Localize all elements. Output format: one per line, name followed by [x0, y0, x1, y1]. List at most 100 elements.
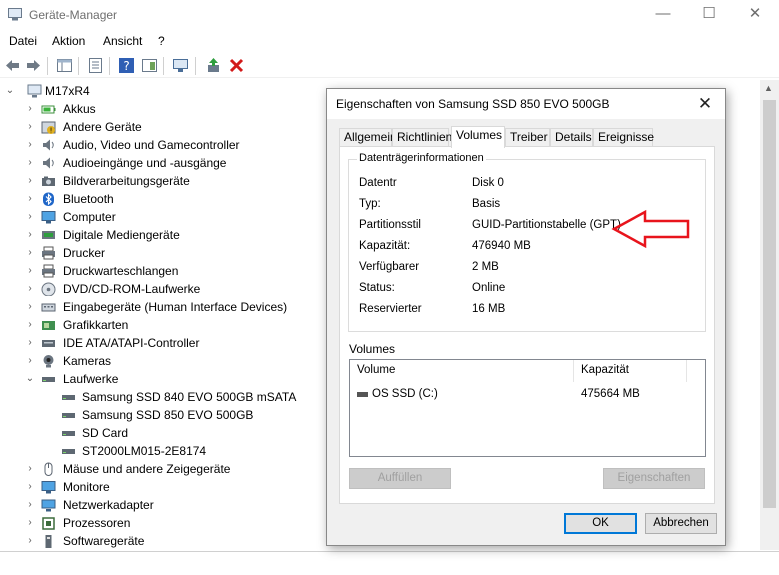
properties-dialog: Eigenschaften von Samsung SSD 850 EVO 50… — [326, 88, 726, 546]
back-arrow-icon[interactable] — [4, 57, 21, 74]
populate-button[interactable]: Auffüllen — [349, 468, 451, 489]
tree-category-label: Netzwerkadapter — [63, 498, 154, 512]
camera-icon — [42, 176, 55, 186]
status-bar — [0, 551, 779, 575]
tree-category-label: Mäuse und andere Zeigegeräte — [63, 462, 231, 476]
ok-button[interactable]: OK — [564, 513, 637, 534]
expand-chevron-icon[interactable]: › — [25, 280, 35, 298]
cancel-button[interactable]: Abbrechen — [645, 513, 717, 534]
expand-chevron-icon[interactable]: › — [25, 118, 35, 136]
expand-chevron-icon[interactable]: › — [25, 262, 35, 280]
tree-device-label: SD Card — [82, 426, 129, 440]
update-driver-icon[interactable] — [205, 57, 222, 74]
forward-arrow-icon[interactable] — [25, 57, 42, 74]
printer-icon — [42, 264, 55, 278]
scroll-up-icon[interactable]: ▲ — [764, 83, 773, 93]
tree-category-label: Audio, Video und Gamecontroller — [63, 138, 240, 152]
tree-category-label: Softwaregeräte — [63, 534, 145, 548]
tree-category-label: Andere Geräte — [63, 120, 142, 134]
volumes-label: Volumes — [349, 342, 396, 356]
menu-ansicht[interactable]: Ansicht — [103, 34, 142, 48]
tree-category-label: Bluetooth — [63, 192, 114, 206]
column-header-capacity[interactable]: Kapazität — [581, 364, 629, 376]
menu-help[interactable]: ? — [158, 34, 165, 48]
volume-name[interactable]: OS SSD (C:) — [372, 388, 438, 400]
volumes-list[interactable]: Volume Kapazität OS SSD (C:) 475664 MB — [349, 359, 706, 457]
expand-chevron-icon[interactable]: › — [25, 136, 35, 154]
expand-chevron-icon[interactable]: › — [25, 514, 35, 532]
tab-volumes[interactable]: Volumes — [451, 126, 505, 148]
media-device-icon — [42, 231, 55, 239]
show-hide-console-icon[interactable] — [56, 57, 73, 74]
tree-category-label: Akkus — [63, 102, 96, 116]
computer-icon — [27, 84, 42, 98]
expand-chevron-icon[interactable]: › — [25, 190, 35, 208]
collapse-chevron-icon[interactable]: ⌄ — [5, 82, 15, 100]
tree-category-label: DVD/CD-ROM-Laufwerke — [63, 282, 201, 296]
help-icon[interactable]: ? — [118, 57, 135, 74]
expand-chevron-icon[interactable]: › — [25, 460, 35, 478]
expand-chevron-icon[interactable]: › — [25, 496, 35, 514]
expand-chevron-icon[interactable]: › — [25, 532, 35, 550]
expand-chevron-icon[interactable]: › — [25, 244, 35, 262]
minimize-button[interactable]: — — [640, 0, 686, 30]
collapse-chevron-icon[interactable]: ⌄ — [25, 370, 35, 388]
tab-treiber[interactable]: Treiber — [505, 128, 550, 147]
tab-details[interactable]: Details — [550, 128, 593, 147]
monitor-icon — [41, 211, 56, 224]
expand-chevron-icon[interactable]: › — [25, 100, 35, 118]
dialog-close-button[interactable]: ✕ — [691, 91, 719, 117]
network-icon — [41, 499, 56, 512]
tree-category-label: IDE ATA/ATAPI-Controller — [63, 336, 200, 350]
annotation-arrow — [611, 209, 690, 249]
tab-richtlinien[interactable]: Richtlinien — [392, 128, 452, 147]
expand-chevron-icon[interactable]: › — [25, 316, 35, 334]
volumes-tab-page: Datenträgerinformationen Datentr Disk 0 … — [339, 146, 715, 504]
prop-value-capacity: 476940 MB — [472, 240, 531, 252]
tree-device-label: Samsung SSD 850 EVO 500GB — [82, 408, 254, 422]
tree-device-label: Samsung SSD 840 EVO 500GB mSATA — [82, 390, 297, 404]
close-button[interactable]: ✕ — [732, 0, 778, 30]
prop-label-disk: Datentr — [359, 177, 397, 189]
expand-chevron-icon[interactable]: › — [25, 334, 35, 352]
tree-category-label: Grafikkarten — [63, 318, 129, 332]
scan-hardware-icon[interactable] — [172, 57, 189, 74]
expand-chevron-icon[interactable]: › — [25, 298, 35, 316]
speaker-icon — [43, 139, 54, 151]
webcam-icon — [43, 355, 54, 368]
expand-chevron-icon[interactable]: › — [25, 226, 35, 244]
tab-ereignisse[interactable]: Ereignisse — [593, 128, 654, 147]
expand-chevron-icon[interactable]: › — [25, 352, 35, 370]
menu-aktion[interactable]: Aktion — [52, 34, 85, 48]
scrollbar-thumb[interactable] — [763, 100, 776, 508]
action-pane-icon[interactable] — [141, 57, 158, 74]
unknown-device-icon: ! — [41, 121, 56, 134]
vertical-scrollbar[interactable]: ▲ — [760, 80, 779, 550]
menu-datei[interactable]: Datei — [9, 34, 37, 48]
properties-icon[interactable] — [87, 57, 104, 74]
prop-value-partition-style: GUID-Partitionstabelle (GPT) — [472, 219, 621, 231]
expand-chevron-icon[interactable]: › — [25, 172, 35, 190]
drive-icon — [42, 377, 55, 382]
tree-category-label: Drucker — [63, 246, 106, 260]
expand-chevron-icon[interactable]: › — [25, 154, 35, 172]
prop-label-type: Typ: — [359, 198, 381, 210]
expand-chevron-icon[interactable]: › — [25, 478, 35, 496]
dialog-title-bar: Eigenschaften von Samsung SSD 850 EVO 50… — [327, 89, 725, 119]
prop-label-partition-style: Partitionsstil — [359, 219, 421, 231]
volume-capacity: 475664 MB — [581, 388, 640, 400]
menu-bar: Datei Aktion Ansicht ? — [0, 31, 779, 51]
prop-value-status: Online — [472, 282, 506, 294]
volume-properties-button[interactable]: Eigenschaften — [603, 468, 705, 489]
uninstall-device-icon[interactable] — [228, 57, 245, 74]
column-header-volume[interactable]: Volume — [357, 364, 395, 376]
tab-allgemein[interactable]: Allgemein — [339, 128, 397, 147]
drive-icon — [357, 392, 368, 397]
expand-chevron-icon[interactable]: › — [25, 208, 35, 226]
hid-icon — [41, 303, 56, 312]
prop-value-type: Basis — [472, 198, 501, 210]
drive-icon — [62, 413, 75, 418]
prop-label-reserved: Reservierter — [359, 303, 422, 315]
maximize-button[interactable]: ☐ — [686, 0, 732, 30]
prop-value-reserved: 16 MB — [472, 303, 506, 315]
